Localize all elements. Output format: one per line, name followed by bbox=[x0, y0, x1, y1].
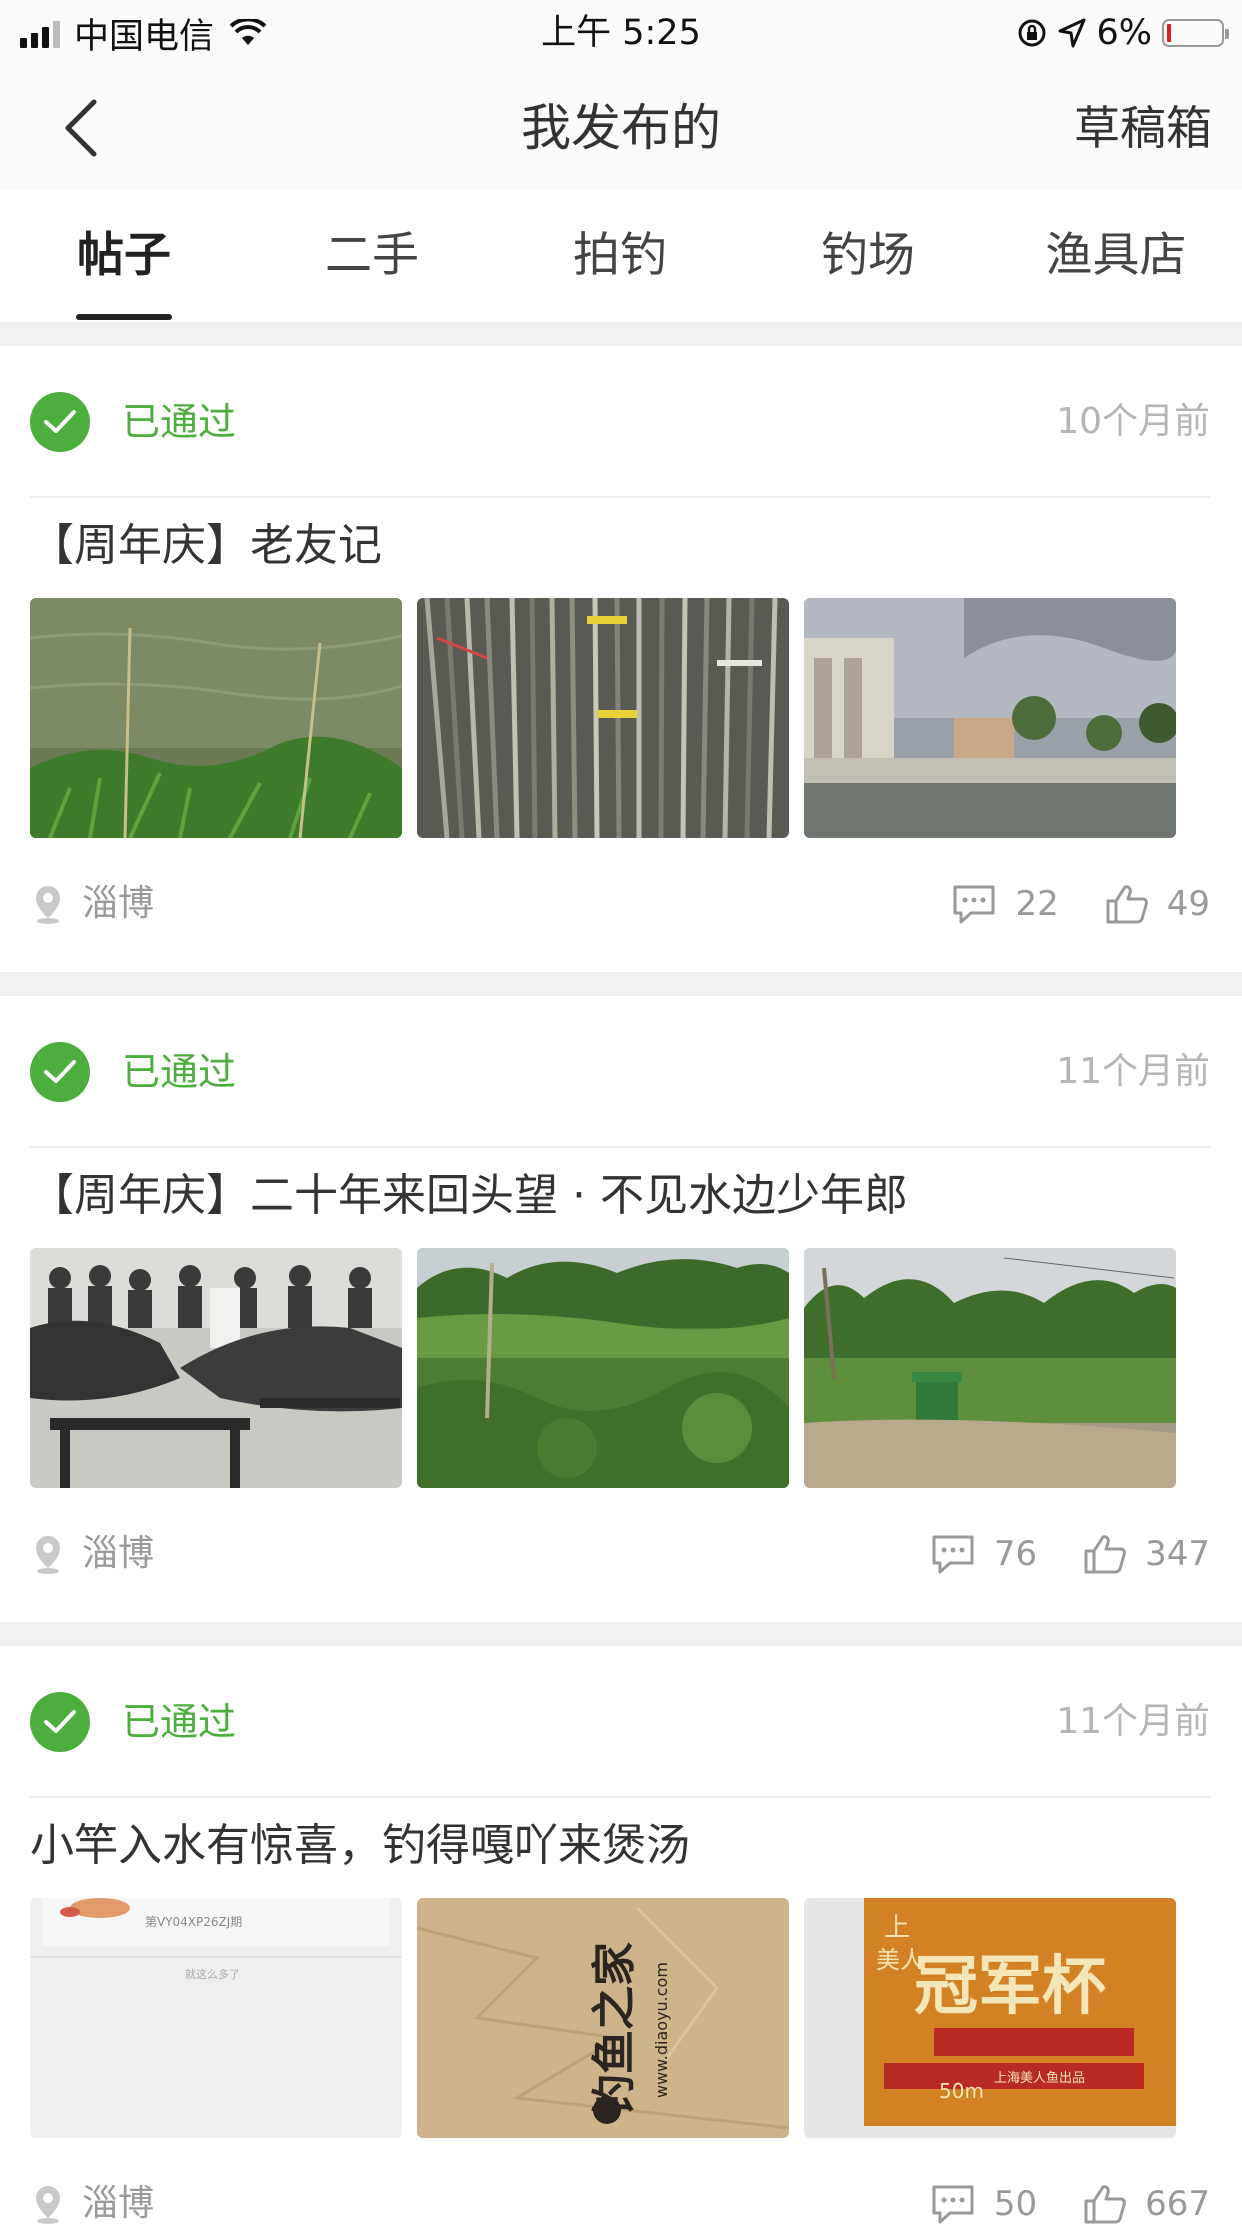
screenshot-line1: 第VY04XP26ZJ期 bbox=[145, 1915, 242, 1929]
location-arrow-icon bbox=[1058, 18, 1086, 48]
like-icon[interactable] bbox=[1083, 1533, 1127, 1575]
check-icon bbox=[30, 1042, 90, 1102]
location-icon bbox=[36, 886, 60, 924]
nav-bar: 我发布的 草稿箱 bbox=[0, 66, 1242, 190]
rotation-lock-icon bbox=[1018, 19, 1046, 47]
check-icon bbox=[30, 392, 90, 452]
divider bbox=[30, 496, 1210, 498]
like-icon[interactable] bbox=[1083, 2183, 1127, 2225]
section-gap bbox=[0, 972, 1242, 996]
tab-fishing-spots[interactable]: 钓场 bbox=[744, 190, 992, 322]
drafts-button[interactable]: 草稿箱 bbox=[1074, 66, 1212, 190]
section-gap bbox=[0, 322, 1242, 346]
comment-icon[interactable] bbox=[930, 1533, 976, 1575]
screenshot-line2: 就这么多了 bbox=[185, 1967, 240, 1981]
post-thumbnail[interactable] bbox=[804, 598, 1176, 838]
battery-percent: 6% bbox=[1096, 13, 1152, 53]
post-time: 11个月前 bbox=[1056, 1051, 1210, 1092]
divider bbox=[30, 1796, 1210, 1798]
like-count: 667 bbox=[1145, 2184, 1210, 2224]
post-location: 淄博 bbox=[82, 1533, 155, 1574]
post-thumbnail[interactable] bbox=[804, 1248, 1176, 1488]
svg-text:上: 上 bbox=[884, 1913, 910, 1943]
tab-tackle-shops[interactable]: 渔具店 bbox=[992, 190, 1240, 322]
post-card[interactable]: 已通过 11个月前 小竿入水有惊喜，钓得嘎吖来煲汤 第VY04XP26ZJ期 就… bbox=[0, 1646, 1242, 2224]
check-icon bbox=[30, 1692, 90, 1752]
bag-url-text: www.diaoyu.com bbox=[652, 1962, 671, 2098]
battery-icon bbox=[1162, 19, 1229, 47]
tab-posts[interactable]: 帖子 bbox=[0, 190, 248, 322]
post-stats: 50 667 bbox=[930, 2174, 1210, 2234]
divider bbox=[30, 1146, 1210, 1148]
post-title[interactable]: 小竿入水有惊喜，钓得嘎吖来煲汤 bbox=[30, 1806, 690, 1886]
like-icon[interactable] bbox=[1105, 883, 1149, 925]
review-status: 已通过 bbox=[122, 1700, 237, 1744]
post-time: 10个月前 bbox=[1056, 401, 1210, 442]
post-thumbnail[interactable]: 钓鱼之家 www.diaoyu.com bbox=[417, 1898, 789, 2138]
location-icon bbox=[36, 2186, 60, 2224]
location-icon bbox=[36, 1536, 60, 1574]
comment-count: 22 bbox=[1015, 884, 1059, 924]
tab-fishing-photos[interactable]: 拍钓 bbox=[496, 190, 744, 322]
post-title[interactable]: 【周年庆】二十年来回头望 · 不见水边少年郎 bbox=[30, 1156, 908, 1236]
box-maker-text: 上海美人鱼出品 bbox=[994, 2070, 1085, 2086]
review-status: 已通过 bbox=[122, 1050, 237, 1094]
post-title[interactable]: 【周年庆】老友记 bbox=[30, 506, 382, 586]
like-count: 347 bbox=[1145, 1534, 1210, 1574]
page-title: 我发布的 bbox=[521, 99, 721, 157]
post-stats: 22 49 bbox=[951, 874, 1210, 934]
status-right: 6% bbox=[1016, 8, 1229, 58]
post-thumbnail[interactable]: 上 美人 冠军杯 50m 上海美人鱼出品 bbox=[804, 1898, 1176, 2138]
comment-icon[interactable] bbox=[951, 883, 997, 925]
post-thumbnail[interactable] bbox=[417, 598, 789, 838]
comment-count: 50 bbox=[993, 2184, 1038, 2224]
post-stats: 76 347 bbox=[930, 1524, 1210, 1584]
tab-bar: 帖子 二手 拍钓 钓场 渔具店 bbox=[0, 190, 1242, 322]
post-location: 淄博 bbox=[82, 2183, 155, 2224]
comment-count: 76 bbox=[993, 1534, 1038, 1574]
comment-icon[interactable] bbox=[930, 2183, 976, 2225]
review-status: 已通过 bbox=[122, 400, 237, 444]
post-card[interactable]: 已通过 11个月前 【周年庆】二十年来回头望 · 不见水边少年郎 淄博 76 3… bbox=[0, 996, 1242, 1622]
post-card[interactable]: 已通过 10个月前 【周年庆】老友记 淄博 22 49 bbox=[0, 346, 1242, 972]
post-thumbnail[interactable]: 第VY04XP26ZJ期 就这么多了 bbox=[30, 1898, 402, 2138]
post-thumbnail[interactable] bbox=[30, 1248, 402, 1488]
box-length-text: 50m bbox=[939, 2079, 984, 2103]
post-location: 淄博 bbox=[82, 883, 155, 924]
section-gap bbox=[0, 1622, 1242, 1646]
post-thumbnail[interactable] bbox=[30, 598, 402, 838]
tab-secondhand[interactable]: 二手 bbox=[248, 190, 496, 322]
like-count: 49 bbox=[1166, 884, 1210, 924]
box-brand-text: 冠军杯 bbox=[914, 1949, 1106, 2024]
post-time: 11个月前 bbox=[1056, 1701, 1210, 1742]
post-thumbnail[interactable] bbox=[417, 1248, 789, 1488]
tab-active-indicator bbox=[76, 314, 172, 320]
status-bar: 中国电信 上午 5:25 6% bbox=[0, 0, 1242, 66]
bag-brand-text: 钓鱼之家 bbox=[589, 1942, 640, 2118]
